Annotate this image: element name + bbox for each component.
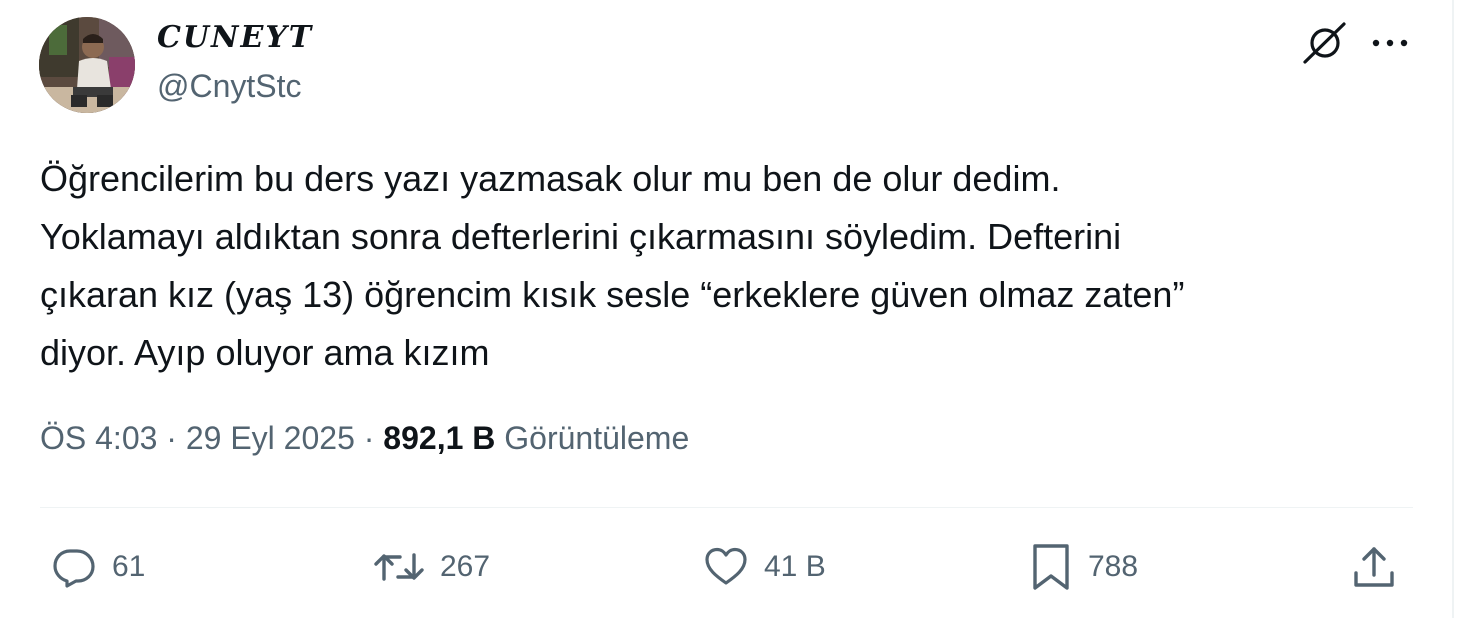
bookmark-button[interactable]: 788 — [1028, 540, 1138, 594]
tweet-line: Yoklamayı aldıktan sonra defterlerini çı… — [40, 216, 1122, 257]
tweet-line: diyor. Ayıp oluyor ama kızım — [40, 332, 490, 373]
like-count: 41 B — [764, 550, 826, 583]
reply-count: 61 — [112, 550, 146, 583]
retweet-count: 267 — [440, 550, 491, 583]
share-icon — [1354, 547, 1394, 587]
tweet-line: Öğrencilerim bu ders yazı yazmasak olur … — [40, 158, 1061, 199]
retweet-button[interactable]: 267 — [372, 540, 490, 594]
retweet-icon — [374, 553, 424, 581]
share-button[interactable] — [1350, 540, 1398, 594]
like-button[interactable]: 41 B — [702, 540, 826, 594]
tweet-text: Öğrencilerim bu ders yazı yazmasak olur … — [40, 150, 1420, 382]
meta-separator: · — [166, 420, 177, 456]
grok-icon[interactable] — [1302, 20, 1348, 66]
tweet-date[interactable]: 29 Eyl 2025 — [186, 420, 355, 456]
avatar-photo — [39, 17, 135, 113]
bookmark-count: 788 — [1088, 550, 1139, 583]
meta-separator: · — [363, 420, 375, 456]
bookmark-icon — [1033, 544, 1069, 590]
reply-button[interactable]: 61 — [50, 540, 145, 594]
views-label: Görüntüleme — [504, 420, 690, 456]
handle[interactable]: @CnytStc — [157, 68, 302, 105]
divider — [40, 507, 1413, 508]
tweet-time[interactable]: ÖS 4:03 — [40, 420, 157, 456]
tweet-line: çıkaran kız (yaş 13) öğrencim kısık sesl… — [40, 274, 1185, 315]
display-name[interactable]: CUNEYT — [157, 20, 313, 55]
right-border — [1452, 0, 1454, 618]
heart-icon — [705, 547, 747, 585]
reply-icon — [53, 549, 95, 588]
more-icon[interactable] — [1370, 26, 1410, 60]
views-count: 892,1 B — [383, 420, 496, 456]
avatar[interactable] — [39, 17, 135, 113]
tweet-meta: ÖS 4:03 · 29 Eyl 2025 · 892,1 B Görüntül… — [40, 420, 689, 457]
